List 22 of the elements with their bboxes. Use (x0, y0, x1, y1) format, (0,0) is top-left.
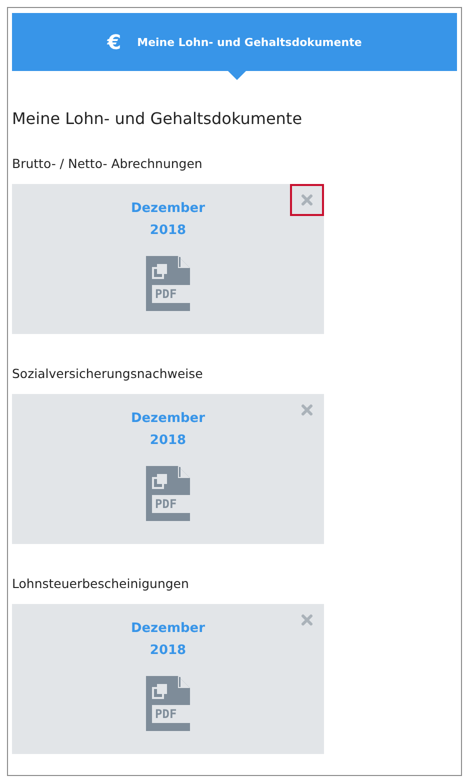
document-month: Dezember (130, 620, 206, 638)
header-title: Meine Lohn- und Gehaltsdokumente (137, 36, 362, 48)
document-card[interactable]: Dezember 2018 PDF (12, 394, 324, 544)
document-card[interactable]: Dezember 2018 PDF (12, 184, 324, 334)
section-label: Lohnsteuerbescheinigungen (12, 576, 190, 592)
document-year: 2018 (150, 222, 186, 240)
euro-icon: € (107, 30, 122, 54)
document-year: 2018 (150, 432, 186, 450)
pdf-file-icon: PDF (146, 676, 190, 731)
document-month: Dezember (130, 200, 206, 218)
document-year: 2018 (150, 642, 186, 660)
close-icon (301, 404, 313, 416)
pdf-file-icon: PDF (146, 256, 190, 311)
document-card[interactable]: Dezember 2018 PDF (12, 604, 324, 754)
section-label: Brutto- / Netto- Abrechnungen (12, 156, 204, 172)
close-button[interactable] (290, 184, 324, 216)
close-icon (301, 614, 313, 626)
section-label: Sozialversicherungsnachweise (12, 366, 204, 382)
pdf-file-icon: PDF (146, 466, 190, 521)
page-heading: Meine Lohn- und Gehaltsdokumente (12, 109, 302, 128)
close-icon (301, 194, 313, 206)
document-month: Dezember (130, 410, 206, 428)
